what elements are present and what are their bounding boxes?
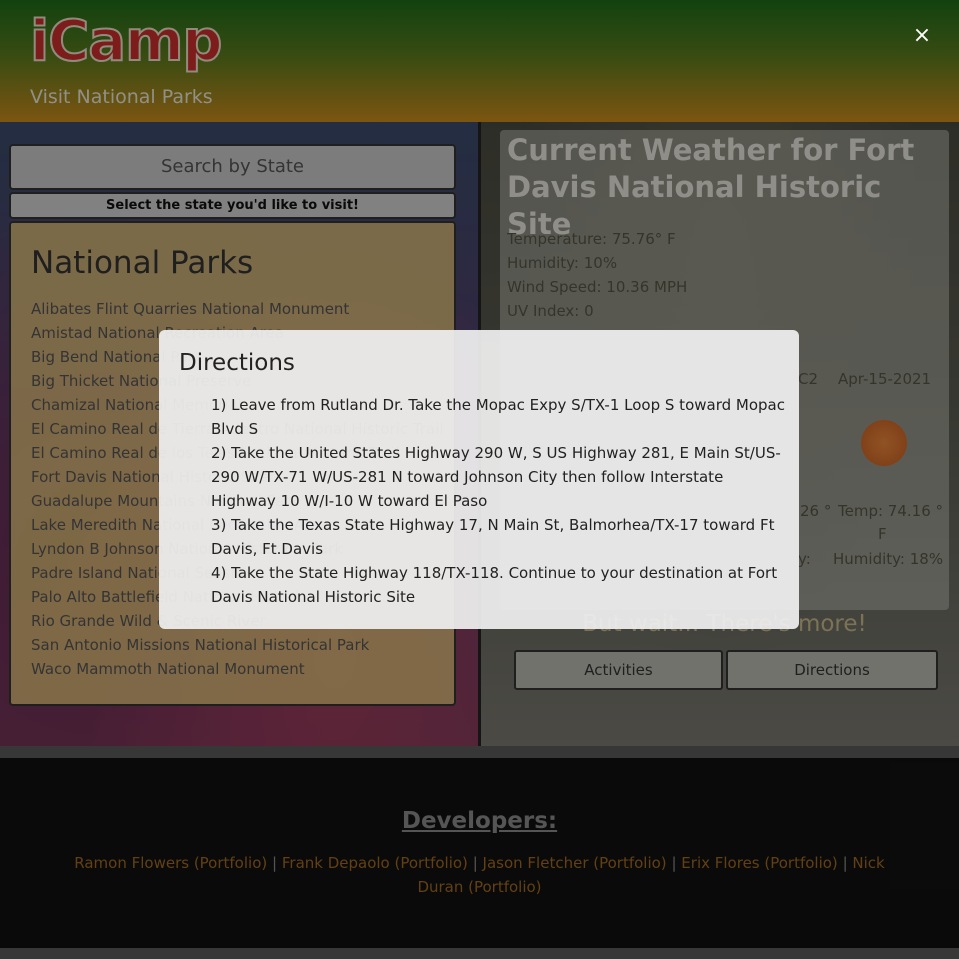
- direction-step: 1) Leave from Rutland Dr. Take the Mopac…: [211, 396, 785, 438]
- close-icon[interactable]: ×: [910, 24, 934, 48]
- direction-step: 3) Take the Texas State Highway 17, N Ma…: [211, 516, 775, 558]
- directions-modal: Directions 1) Leave from Rutland Dr. Tak…: [159, 330, 799, 629]
- directions-steps: 1) Leave from Rutland Dr. Take the Mopac…: [211, 393, 786, 609]
- direction-step: 4) Take the State Highway 118/TX-118. Co…: [211, 564, 778, 606]
- modal-title: Directions: [179, 350, 295, 376]
- direction-step: 2) Take the United States Highway 290 W,…: [211, 444, 781, 510]
